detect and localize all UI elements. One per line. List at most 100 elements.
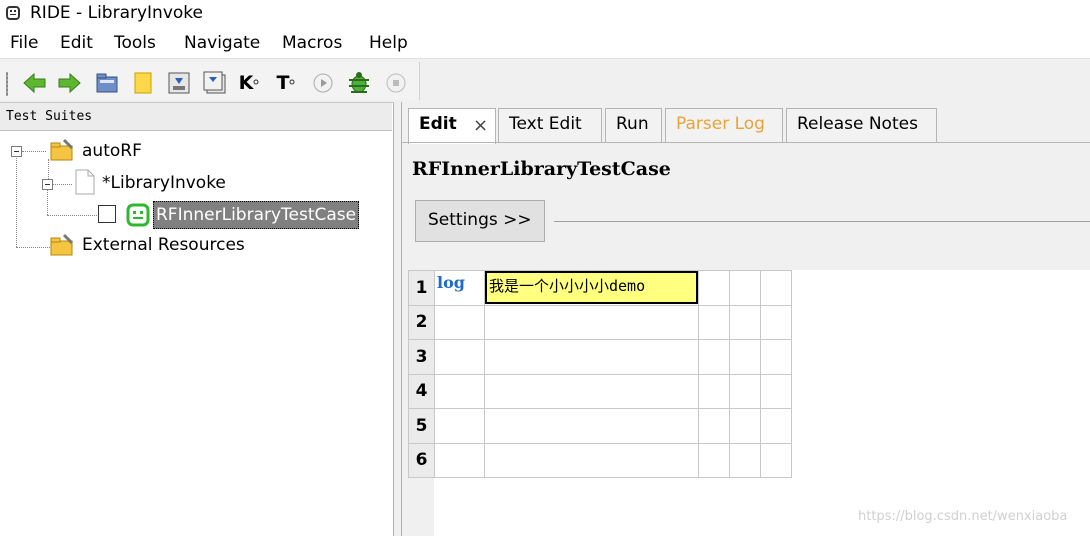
stop-icon[interactable] (383, 70, 409, 96)
grid-cell[interactable] (729, 408, 761, 444)
table-row: 2 (408, 304, 792, 340)
keyword-cell[interactable] (434, 373, 485, 409)
folder-icon (50, 138, 76, 166)
forward-arrow-icon[interactable] (56, 70, 82, 96)
grid-cell[interactable] (698, 373, 730, 409)
table-row: 5 (408, 408, 792, 444)
grid-cell[interactable] (760, 373, 792, 409)
menu-bar: File Edit Tools Navigate Macros Help (0, 30, 1090, 58)
tree-line (16, 151, 17, 247)
debug-bug-icon[interactable] (346, 70, 372, 96)
save-all-icon[interactable] (202, 70, 228, 96)
editor-panel: Edit × Text Edit Run Parser Log Release … (402, 102, 1090, 536)
testcase-checkbox[interactable] (98, 205, 116, 223)
settings-button[interactable]: Settings >> (415, 200, 545, 242)
robot-icon (6, 6, 20, 20)
tree-line (16, 247, 50, 248)
menu-file[interactable]: File (10, 33, 38, 53)
grid-cell[interactable] (698, 408, 730, 444)
row-number[interactable]: 2 (408, 304, 435, 340)
tab-run[interactable]: Run (605, 108, 662, 142)
keyword-cell[interactable] (434, 304, 485, 340)
tab-release-notes[interactable]: Release Notes (786, 108, 937, 142)
table-row: 1 log 我是一个小小小小demo (408, 270, 792, 306)
table-row: 4 (408, 373, 792, 409)
argument-cell[interactable] (484, 339, 699, 375)
editor-content: RFInnerLibraryTestCase Settings >> 1 log… (408, 144, 1090, 536)
test-suites-panel: Test Suites autoRF *LibraryInvoke RFInne… (0, 102, 394, 536)
window-title: RIDE - LibraryInvoke (30, 3, 203, 23)
tab-parser-log[interactable]: Parser Log (665, 108, 783, 142)
panel-splitter[interactable] (394, 102, 402, 536)
tab-strip-divider (402, 142, 1090, 143)
open-directory-icon[interactable] (130, 70, 156, 96)
step-grid-area: 1 log 我是一个小小小小demo 2 3 4 5 6 (408, 270, 1090, 536)
table-row: 6 (408, 442, 792, 478)
toolbar-grip[interactable] (6, 72, 8, 96)
grid-cell[interactable] (698, 442, 730, 478)
collapse-toggle-root[interactable] (11, 146, 22, 157)
tab-edit-label: Edit (419, 114, 457, 134)
open-folder-icon[interactable] (94, 70, 120, 96)
row-number[interactable]: 4 (408, 373, 435, 409)
tree-item-testcase[interactable]: RFInnerLibraryTestCase (153, 201, 360, 229)
close-icon[interactable]: × (473, 115, 488, 136)
argument-cell[interactable] (484, 373, 699, 409)
toolbar-group: K T (0, 62, 420, 100)
tree-item-suite[interactable]: *LibraryInvoke (102, 173, 226, 193)
tree-line (47, 215, 97, 216)
step-grid: 1 log 我是一个小小小小demo 2 3 4 5 6 (408, 270, 792, 478)
grid-cell[interactable] (698, 270, 730, 306)
grid-cell[interactable] (729, 304, 761, 340)
keyword-cell[interactable] (434, 442, 485, 478)
collapse-toggle-suite[interactable] (42, 179, 53, 190)
grid-cell[interactable] (760, 408, 792, 444)
run-icon[interactable] (310, 70, 336, 96)
menu-navigate[interactable]: Navigate (184, 33, 260, 53)
tab-text-edit[interactable]: Text Edit (498, 108, 602, 142)
argument-cell[interactable]: 我是一个小小小小demo (484, 270, 699, 306)
row-number[interactable]: 5 (408, 408, 435, 444)
row-number[interactable]: 3 (408, 339, 435, 375)
grid-cell[interactable] (760, 304, 792, 340)
toolbar: K T (0, 58, 1090, 102)
search-keywords-icon[interactable]: K (237, 70, 263, 96)
argument-text: 我是一个小小小小demo (485, 271, 698, 304)
grid-cell[interactable] (729, 339, 761, 375)
grid-cell[interactable] (729, 442, 761, 478)
menu-macros[interactable]: Macros (282, 33, 342, 53)
tree-item-external-resources[interactable]: External Resources (82, 235, 245, 255)
tree-item-root[interactable]: autoRF (82, 141, 142, 161)
tree-line (47, 189, 48, 215)
search-tests-glyph: T (276, 72, 290, 94)
row-number[interactable]: 6 (408, 442, 435, 478)
menu-edit[interactable]: Edit (60, 33, 93, 53)
grid-cell[interactable] (729, 270, 761, 306)
menu-help[interactable]: Help (369, 33, 408, 53)
grid-cell[interactable] (698, 339, 730, 375)
grid-cell[interactable] (760, 339, 792, 375)
keyword-cell[interactable] (434, 339, 485, 375)
argument-cell[interactable] (484, 304, 699, 340)
test-suites-title: Test Suites (6, 109, 93, 124)
grid-cell[interactable] (698, 304, 730, 340)
keyword-cell[interactable]: log (434, 270, 485, 306)
argument-cell[interactable] (484, 442, 699, 478)
save-icon[interactable] (166, 70, 192, 96)
grid-cell[interactable] (729, 373, 761, 409)
grid-cell[interactable] (760, 270, 792, 306)
keyword-cell[interactable] (434, 408, 485, 444)
watermark: https://blog.csdn.net/wenxiaoba (858, 509, 1068, 524)
argument-cell[interactable] (484, 408, 699, 444)
external-folder-icon (50, 233, 76, 261)
row-number[interactable]: 1 (408, 270, 435, 306)
search-tests-icon[interactable]: T (274, 70, 300, 96)
back-arrow-icon[interactable] (22, 70, 48, 96)
keyword-text: log (437, 273, 465, 292)
testcase-name: RFInnerLibraryTestCase (412, 158, 671, 180)
grid-cell[interactable] (760, 442, 792, 478)
menu-tools[interactable]: Tools (114, 33, 156, 53)
file-icon (74, 169, 96, 199)
tab-edit[interactable]: Edit × (408, 108, 496, 144)
search-keywords-glyph: K (238, 72, 254, 94)
